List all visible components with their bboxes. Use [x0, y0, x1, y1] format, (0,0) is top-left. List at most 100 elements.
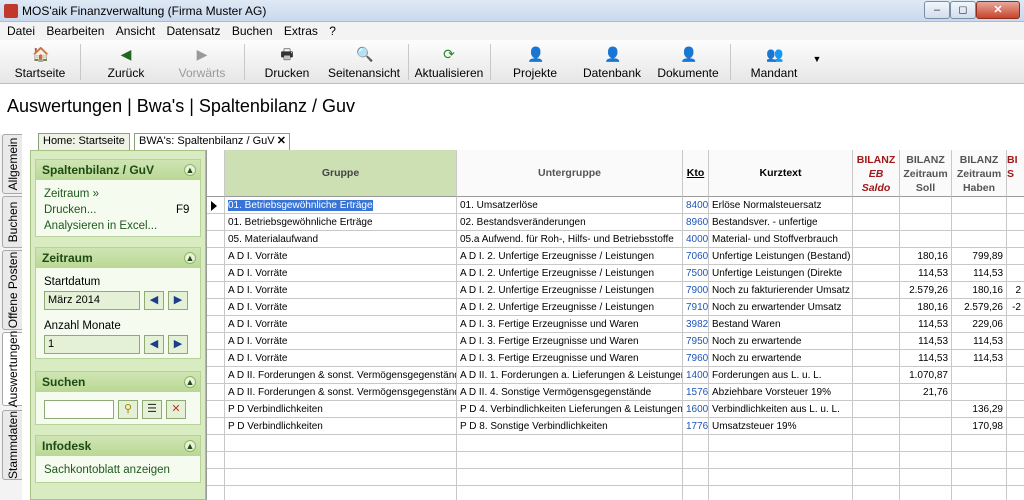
row-selector[interactable]: [207, 197, 225, 214]
sidetab-offene-posten[interactable]: Offene Posten: [2, 250, 22, 330]
cell-haben[interactable]: [952, 384, 1007, 401]
cell-untergruppe[interactable]: P D 4. Verbindlichkeiten Lieferungen & L…: [457, 401, 683, 418]
menu-datensatz[interactable]: Datensatz: [162, 22, 224, 40]
cell-kurztext[interactable]: Noch zu fakturierender Umsatz: [709, 282, 853, 299]
startdatum-field[interactable]: März 2014: [44, 291, 140, 310]
cell-kto[interactable]: 7960: [683, 350, 709, 367]
table-row[interactable]: [207, 452, 1024, 469]
cell-gruppe[interactable]: A D II. Forderungen & sonst. Vermögensge…: [225, 384, 457, 401]
cell-eb[interactable]: [853, 299, 900, 316]
vorwaerts-button[interactable]: ▶ Vorwärts: [170, 42, 234, 82]
header-soll[interactable]: BILANZ Zeitraum Soll: [900, 150, 952, 197]
cell-kurztext[interactable]: Erlöse Normalsteuersatz: [709, 197, 853, 214]
menu-help[interactable]: ?: [325, 22, 340, 40]
cell-soll[interactable]: [900, 486, 952, 500]
cell-eb[interactable]: [853, 316, 900, 333]
cell-eb[interactable]: [853, 418, 900, 435]
cell-next[interactable]: [1007, 265, 1024, 282]
cell-haben[interactable]: [952, 214, 1007, 231]
cell-haben[interactable]: [952, 231, 1007, 248]
row-selector[interactable]: [207, 469, 225, 486]
cell-kurztext[interactable]: Material- und Stoffverbrauch: [709, 231, 853, 248]
maximize-button[interactable]: ◻: [950, 1, 976, 19]
table-row[interactable]: A D II. Forderungen & sonst. Vermögensge…: [207, 384, 1024, 401]
cell-haben[interactable]: 799,89: [952, 248, 1007, 265]
cell-soll[interactable]: 114,53: [900, 265, 952, 282]
table-row[interactable]: A D I. Vorräte A D I. 2. Unfertige Erzeug…: [207, 248, 1024, 265]
dokumente-button[interactable]: 👤 Dokumente: [654, 42, 722, 82]
seitenansicht-button[interactable]: 🔍 Seitenansicht: [324, 42, 404, 82]
cell-untergruppe[interactable]: A D I. 2. Unfertige Erzeugnisse / Leistu…: [457, 248, 683, 265]
cell-gruppe[interactable]: [225, 452, 457, 469]
cell-eb[interactable]: [853, 367, 900, 384]
cell-untergruppe[interactable]: A D II. 4. Sonstige Vermögensgegenstände: [457, 384, 683, 401]
close-tab-icon[interactable]: ✕: [277, 134, 286, 149]
cell-eb[interactable]: [853, 486, 900, 500]
table-row[interactable]: 01. Betriebsgewöhnliche Erträge 02. Besta…: [207, 214, 1024, 231]
mandant-dropdown-icon[interactable]: ▼: [810, 54, 824, 68]
cell-eb[interactable]: [853, 452, 900, 469]
row-selector[interactable]: [207, 265, 225, 282]
close-button[interactable]: ✕: [976, 1, 1020, 19]
table-row[interactable]: [207, 469, 1024, 486]
sachkontoblatt-link[interactable]: Sachkontoblatt anzeigen: [44, 464, 170, 476]
cell-next[interactable]: -2: [1007, 299, 1024, 316]
cell-haben[interactable]: 229,06: [952, 316, 1007, 333]
row-selector[interactable]: [207, 350, 225, 367]
cell-haben[interactable]: 180,16: [952, 282, 1007, 299]
cell-gruppe[interactable]: [225, 486, 457, 500]
row-selector[interactable]: [207, 384, 225, 401]
cell-next[interactable]: [1007, 231, 1024, 248]
cell-next[interactable]: [1007, 350, 1024, 367]
cell-soll[interactable]: 114,53: [900, 333, 952, 350]
row-selector[interactable]: [207, 282, 225, 299]
table-row[interactable]: P D Verbindlichkeiten P D 4. Verbindlichk…: [207, 401, 1024, 418]
table-row[interactable]: A D I. Vorräte A D I. 3. Fertige Erzeugni…: [207, 350, 1024, 367]
row-selector[interactable]: [207, 299, 225, 316]
table-row[interactable]: A D I. Vorräte A D I. 3. Fertige Erzeugni…: [207, 316, 1024, 333]
header-bilanz-eb[interactable]: BILANZ EB Saldo: [853, 150, 900, 197]
sidetab-allgemein[interactable]: Allgemein: [2, 134, 22, 194]
collapse-icon[interactable]: ▲: [184, 440, 196, 452]
cell-kto[interactable]: 7060: [683, 248, 709, 265]
cell-next[interactable]: [1007, 197, 1024, 214]
cell-next[interactable]: [1007, 384, 1024, 401]
cell-untergruppe[interactable]: [457, 452, 683, 469]
cell-next[interactable]: 2: [1007, 282, 1024, 299]
cell-gruppe[interactable]: A D I. Vorräte: [225, 248, 457, 265]
cell-haben[interactable]: 170,98: [952, 418, 1007, 435]
anzahl-monate-field[interactable]: 1: [44, 335, 140, 354]
cell-haben[interactable]: [952, 452, 1007, 469]
cell-kto[interactable]: 7500: [683, 265, 709, 282]
cell-kurztext[interactable]: [709, 435, 853, 452]
cell-soll[interactable]: 2.579,26: [900, 282, 952, 299]
table-row[interactable]: A D II. Forderungen & sonst. Vermögensge…: [207, 367, 1024, 384]
cell-untergruppe[interactable]: A D II. 1. Forderungen a. Lieferungen & …: [457, 367, 683, 384]
cell-gruppe[interactable]: 05. Materialaufwand: [225, 231, 457, 248]
cell-kto[interactable]: [683, 469, 709, 486]
cell-haben[interactable]: 114,53: [952, 350, 1007, 367]
header-haben[interactable]: BILANZ Zeitraum Haben: [952, 150, 1007, 197]
aktualisieren-button[interactable]: ⟳ Aktualisieren: [412, 42, 486, 82]
menu-bearbeiten[interactable]: Bearbeiten: [42, 22, 108, 40]
cell-kurztext[interactable]: [709, 486, 853, 500]
cell-untergruppe[interactable]: A D I. 2. Unfertige Erzeugnisse / Leistu…: [457, 282, 683, 299]
cell-kurztext[interactable]: Forderungen aus L. u. L.: [709, 367, 853, 384]
header-gruppe[interactable]: Gruppe: [225, 150, 457, 197]
cell-next[interactable]: [1007, 214, 1024, 231]
header-next[interactable]: BI S: [1007, 150, 1024, 197]
cell-kto[interactable]: [683, 452, 709, 469]
cell-haben[interactable]: 136,29: [952, 401, 1007, 418]
table-row[interactable]: A D I. Vorräte A D I. 2. Unfertige Erzeug…: [207, 265, 1024, 282]
cell-kto[interactable]: 1600: [683, 401, 709, 418]
cell-haben[interactable]: [952, 469, 1007, 486]
table-row[interactable]: A D I. Vorräte A D I. 2. Unfertige Erzeug…: [207, 282, 1024, 299]
cell-untergruppe[interactable]: [457, 435, 683, 452]
cell-soll[interactable]: 114,53: [900, 350, 952, 367]
cell-kto[interactable]: 8960: [683, 214, 709, 231]
cell-gruppe[interactable]: A D I. Vorräte: [225, 350, 457, 367]
cell-gruppe[interactable]: [225, 435, 457, 452]
cell-kto[interactable]: 7910: [683, 299, 709, 316]
cell-soll[interactable]: 180,16: [900, 248, 952, 265]
mandant-button[interactable]: 👥 Mandant: [744, 42, 804, 82]
